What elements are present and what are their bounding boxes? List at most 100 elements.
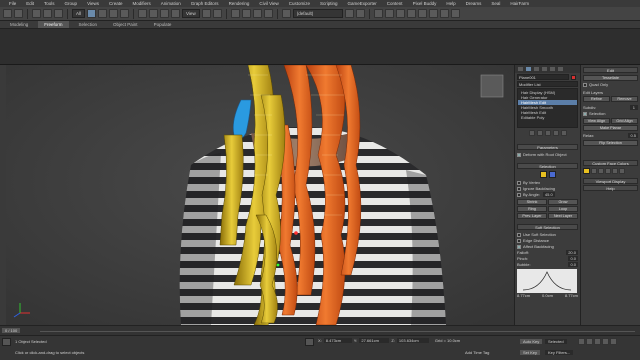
edit-rollout[interactable]: Edit <box>583 67 638 73</box>
menu-item-hairfarm[interactable]: HairFarm <box>505 1 534 6</box>
falloff-value[interactable]: 20.0 <box>566 250 578 255</box>
make-planar-button[interactable]: Make Planar <box>583 125 638 131</box>
by-angle-checkbox[interactable] <box>517 192 521 197</box>
mirror-icon[interactable] <box>344 9 354 18</box>
by-angle-value[interactable]: 45.0 <box>542 192 555 197</box>
menu-item-help[interactable]: Help <box>441 1 460 6</box>
view-align-button[interactable]: View Align <box>583 118 610 124</box>
affect-backfacing-checkbox[interactable] <box>517 244 521 249</box>
tab-populate[interactable]: Populate <box>148 21 178 28</box>
undo-icon[interactable] <box>3 9 12 18</box>
tab-freeform[interactable]: Freeform <box>38 21 69 28</box>
tab-modeling[interactable]: Modeling <box>4 21 34 28</box>
display-tab-icon[interactable] <box>549 66 556 72</box>
material-editor-icon[interactable] <box>417 9 427 18</box>
z-coord-field[interactable]: 103.634cm <box>396 338 429 343</box>
menu-item-group[interactable]: Group <box>60 1 83 6</box>
soft-selection-rollout[interactable]: Soft Selection <box>517 224 578 230</box>
viewport-display-rollout[interactable]: Viewport Display <box>583 178 638 184</box>
menu-item-views[interactable]: Views <box>82 1 104 6</box>
menu-item-seal[interactable]: Seal <box>486 1 505 6</box>
pinch-value[interactable]: 0.0 <box>568 256 578 261</box>
selection-checkbox[interactable] <box>583 111 587 116</box>
align-icon[interactable] <box>355 9 365 18</box>
selection-filter-dropdown[interactable]: All <box>72 9 86 18</box>
modify-tab-icon[interactable] <box>525 66 532 72</box>
menu-item-tools[interactable]: Tools <box>39 1 60 6</box>
bind-spacewarp-icon[interactable] <box>54 9 63 18</box>
ignore-backfacing-checkbox[interactable] <box>517 186 521 191</box>
layer-explorer-icon[interactable] <box>384 9 394 18</box>
menu-item-dreams[interactable]: Dreams <box>461 1 487 6</box>
apply-color-icon[interactable] <box>598 168 604 174</box>
help-rollout[interactable]: Help <box>583 185 638 191</box>
loop-button[interactable]: Loop <box>548 206 578 212</box>
grid-align-button[interactable]: Grid Align <box>611 118 638 124</box>
snap-toggle-icon[interactable] <box>230 9 240 18</box>
previous-frame-icon[interactable] <box>586 338 593 345</box>
motion-tab-icon[interactable] <box>541 66 548 72</box>
face-color-swatch[interactable] <box>583 168 590 174</box>
refine-button[interactable]: Refine <box>583 96 610 102</box>
strand-mode-icon[interactable] <box>548 171 556 178</box>
quad-only-checkbox[interactable] <box>583 82 587 87</box>
relax-value[interactable]: 0.5 <box>628 133 638 138</box>
prev-layer-button[interactable]: Prev. Layer <box>517 213 547 219</box>
redo-icon[interactable] <box>14 9 23 18</box>
ring-button[interactable]: Ring <box>517 206 547 212</box>
menu-item-graph-editors[interactable]: Graph Editors <box>186 1 224 6</box>
menu-item-customize[interactable]: Customize <box>284 1 315 6</box>
tab-object-paint[interactable]: Object Paint <box>107 21 144 28</box>
remove-button[interactable]: Remove <box>611 96 638 102</box>
reference-coord-dropdown[interactable]: View <box>182 9 200 18</box>
place-icon[interactable] <box>171 9 181 18</box>
next-frame-icon[interactable] <box>602 338 609 345</box>
menu-item-civil-view[interactable]: Civil View <box>254 1 283 6</box>
set-key-button[interactable]: Set Key <box>520 350 541 355</box>
spinner-snap-icon[interactable] <box>263 9 273 18</box>
shrink-button[interactable]: Shrink <box>517 199 547 205</box>
deform-checkbox[interactable] <box>517 152 521 157</box>
menu-item-gameexporter[interactable]: GameExporter <box>343 1 382 6</box>
curve-editor-icon[interactable] <box>395 9 405 18</box>
subdiv-value[interactable]: 1 <box>629 105 638 110</box>
rotate-icon[interactable] <box>149 9 159 18</box>
move-icon[interactable] <box>138 9 148 18</box>
auto-key-button[interactable]: Auto Key <box>520 339 543 344</box>
grow-button[interactable]: Grow <box>548 199 578 205</box>
rendered-frame-window-icon[interactable] <box>439 9 449 18</box>
clear-color-icon[interactable] <box>605 168 611 174</box>
go-to-end-icon[interactable] <box>610 338 617 345</box>
rectangular-selection-icon[interactable] <box>109 9 119 18</box>
select-by-name-icon[interactable] <box>98 9 108 18</box>
pin-stack-icon[interactable] <box>528 130 535 136</box>
unlink-icon[interactable] <box>43 9 52 18</box>
random-color-icon[interactable] <box>619 168 625 174</box>
render-setup-icon[interactable] <box>428 9 438 18</box>
menu-item-file[interactable]: File <box>4 1 21 6</box>
remove-modifier-icon[interactable] <box>552 130 559 136</box>
by-vertex-checkbox[interactable] <box>517 180 521 185</box>
parameters-rollout[interactable]: Parameters <box>517 144 578 150</box>
custom-face-colors-rollout[interactable]: Custom Face Colors <box>583 160 638 166</box>
menu-item-pixel-buddy[interactable]: Pixel Buddy <box>408 1 442 6</box>
object-color-swatch[interactable] <box>571 74 576 80</box>
selection-rollout[interactable]: Selection <box>517 163 578 169</box>
menu-item-scripting[interactable]: Scripting <box>315 1 343 6</box>
utilities-tab-icon[interactable] <box>557 66 564 72</box>
time-slider[interactable]: 0 / 100 <box>2 328 21 333</box>
pivot-center-icon[interactable] <box>201 9 211 18</box>
add-time-tag-button[interactable]: Add Time Tag <box>465 350 489 355</box>
color-picker-icon[interactable] <box>591 168 597 174</box>
menu-item-content[interactable]: Content <box>382 1 408 6</box>
perspective-viewport[interactable]: [+] [Perspective] [Realistic] <box>6 65 514 325</box>
hierarchy-tab-icon[interactable] <box>533 66 540 72</box>
edge-distance-checkbox[interactable] <box>517 238 521 243</box>
play-icon[interactable] <box>594 338 601 345</box>
use-soft-selection-checkbox[interactable] <box>517 232 521 237</box>
menu-item-animation[interactable]: Animation <box>156 1 186 6</box>
menu-item-edit[interactable]: Edit <box>21 1 39 6</box>
select-object-icon[interactable] <box>87 9 97 18</box>
configure-modifier-sets-icon[interactable] <box>560 130 567 136</box>
go-to-start-icon[interactable] <box>578 338 585 345</box>
